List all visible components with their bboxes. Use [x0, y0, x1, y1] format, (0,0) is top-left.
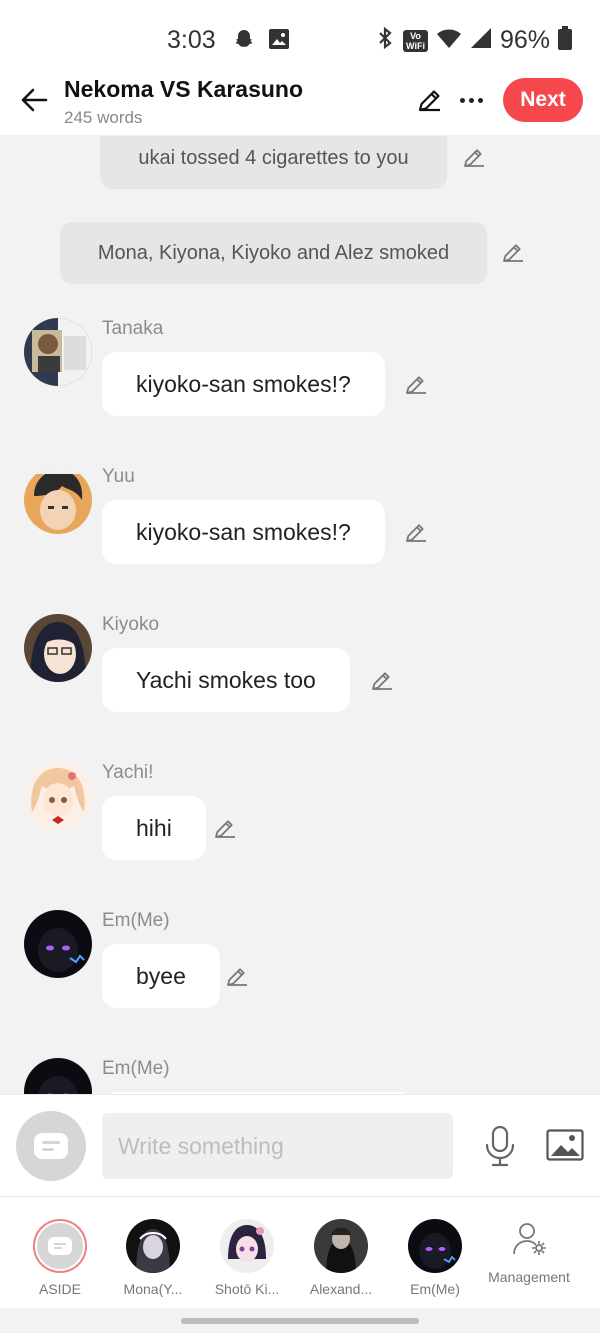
avatar[interactable]	[24, 466, 92, 534]
status-time: 3:03	[167, 26, 216, 54]
management-button[interactable]: Management	[483, 1219, 573, 1303]
avatar[interactable]	[24, 1058, 92, 1094]
more-dot-icon	[468, 97, 474, 103]
message-bubble[interactable]: byee	[102, 944, 220, 1008]
sender-name: Tanaka	[102, 318, 164, 339]
narration-text: Mona, Kiyona, Kiyoko and Alez smoked	[97, 241, 450, 264]
pencil-icon	[503, 244, 523, 262]
more-dot-icon	[459, 97, 465, 103]
battery-percent: 96%	[499, 26, 550, 54]
vowifi-icon: Vo WiFi	[403, 29, 428, 52]
pencil-icon	[227, 968, 247, 986]
edit-message-button[interactable]	[403, 520, 429, 546]
character-name: ASIDE	[38, 1281, 81, 1297]
sender-name: Em(Me)	[102, 1058, 170, 1079]
sender-name: Yachi!	[102, 762, 154, 783]
avatar[interactable]	[24, 762, 92, 830]
message-bubble[interactable]: kiyoko-san smokes!?	[102, 500, 385, 564]
message-input[interactable]	[102, 1113, 453, 1179]
gesture-bar	[0, 1308, 600, 1333]
image-icon	[546, 1129, 584, 1161]
narration-bubble[interactable]: Mona, Kiyona, Kiyoko and Alez smoked	[60, 222, 487, 284]
pencil-icon	[215, 820, 235, 838]
avatar	[314, 1219, 368, 1273]
character-shoto[interactable]: Shotō Ki...	[201, 1219, 291, 1303]
system-icons: Vo WiFi 96%	[375, 26, 572, 55]
app-header: Nekoma VS Karasuno 245 words Next	[0, 74, 600, 136]
pencil-icon	[372, 672, 392, 690]
avatar[interactable]	[24, 910, 92, 978]
character-name: Em(Me)	[410, 1281, 460, 1297]
edit-message-button[interactable]	[369, 668, 395, 694]
edit-title-button[interactable]	[414, 84, 446, 116]
sender-name: Kiyoko	[102, 614, 160, 635]
bluetooth-icon	[375, 26, 395, 55]
character-bar: ASIDE Mona(Y... Shotō Ki... Alexand... E…	[0, 1196, 600, 1308]
word-count: 245 words	[64, 108, 143, 127]
character-name: Mona(Y...	[123, 1281, 183, 1297]
sender-name: Yuu	[102, 466, 135, 487]
narration-text: ukai tossed 4 cigarettes to you	[138, 146, 409, 169]
story-title: Nekoma VS Karasuno	[64, 76, 304, 102]
pencil-icon	[464, 149, 484, 167]
microphone-icon	[485, 1125, 515, 1167]
more-dot-icon	[477, 97, 483, 103]
chat-message: Yachi! hihi	[0, 762, 600, 902]
gallery-icon	[268, 28, 290, 57]
character-name: Management	[488, 1269, 570, 1285]
chat-message: Em(Me) byee	[0, 910, 600, 1050]
pencil-icon	[406, 524, 426, 542]
aside-toggle-button[interactable]	[16, 1111, 86, 1181]
chat-message: Em(Me)	[0, 1058, 600, 1094]
edit-message-button[interactable]	[212, 816, 238, 842]
narration-bubble[interactable]: ukai tossed 4 cigarettes to you	[100, 136, 447, 189]
aside-avatar	[33, 1219, 87, 1273]
message-bubble[interactable]: hihi	[102, 796, 206, 860]
avatar	[126, 1219, 180, 1273]
home-indicator[interactable]	[181, 1318, 419, 1324]
edit-narration-button[interactable]	[461, 145, 487, 171]
character-name: Shotō Ki...	[214, 1281, 280, 1297]
voice-input-button[interactable]	[480, 1123, 520, 1169]
back-arrow-icon	[21, 88, 48, 112]
message-composer	[0, 1094, 600, 1196]
character-aside[interactable]: ASIDE	[14, 1219, 104, 1303]
character-mona[interactable]: Mona(Y...	[107, 1219, 197, 1303]
chat-bubble-icon	[48, 1237, 72, 1255]
avatar	[220, 1219, 274, 1273]
signal-icon	[470, 27, 492, 54]
edit-message-button[interactable]	[403, 372, 429, 398]
edit-message-button[interactable]	[224, 964, 250, 990]
character-alexand[interactable]: Alexand...	[295, 1219, 385, 1303]
pencil-icon	[418, 90, 440, 112]
edit-narration-button[interactable]	[500, 240, 526, 266]
avatar	[408, 1219, 462, 1273]
notification-icons	[232, 28, 290, 57]
avatar[interactable]	[24, 318, 92, 386]
chat-message: Kiyoko Yachi smokes too	[0, 614, 600, 754]
image-upload-button[interactable]	[545, 1125, 585, 1165]
more-options-button[interactable]	[456, 88, 486, 112]
battery-icon	[558, 26, 572, 55]
character-em[interactable]: Em(Me)	[389, 1219, 479, 1303]
wifi-icon	[436, 27, 462, 54]
sender-name: Em(Me)	[102, 910, 170, 931]
back-button[interactable]	[16, 82, 52, 118]
chat-area[interactable]: ukai tossed 4 cigarettes to you Mona, Ki…	[0, 136, 600, 1094]
snapchat-icon	[232, 28, 256, 57]
user-settings-icon	[510, 1219, 550, 1259]
chat-bubble-icon	[34, 1133, 68, 1159]
avatar[interactable]	[24, 614, 92, 682]
chat-message: Yuu kiyoko-san smokes!?	[0, 466, 600, 606]
pencil-icon	[406, 376, 426, 394]
chat-message: Tanaka kiyoko-san smokes!?	[0, 318, 600, 458]
character-name: Alexand...	[309, 1281, 373, 1297]
next-button[interactable]: Next	[503, 78, 583, 122]
message-bubble[interactable]: kiyoko-san smokes!?	[102, 352, 385, 416]
message-bubble[interactable]: Yachi smokes too	[102, 648, 350, 712]
status-bar: 3:03 Vo WiFi 96%	[0, 0, 600, 74]
